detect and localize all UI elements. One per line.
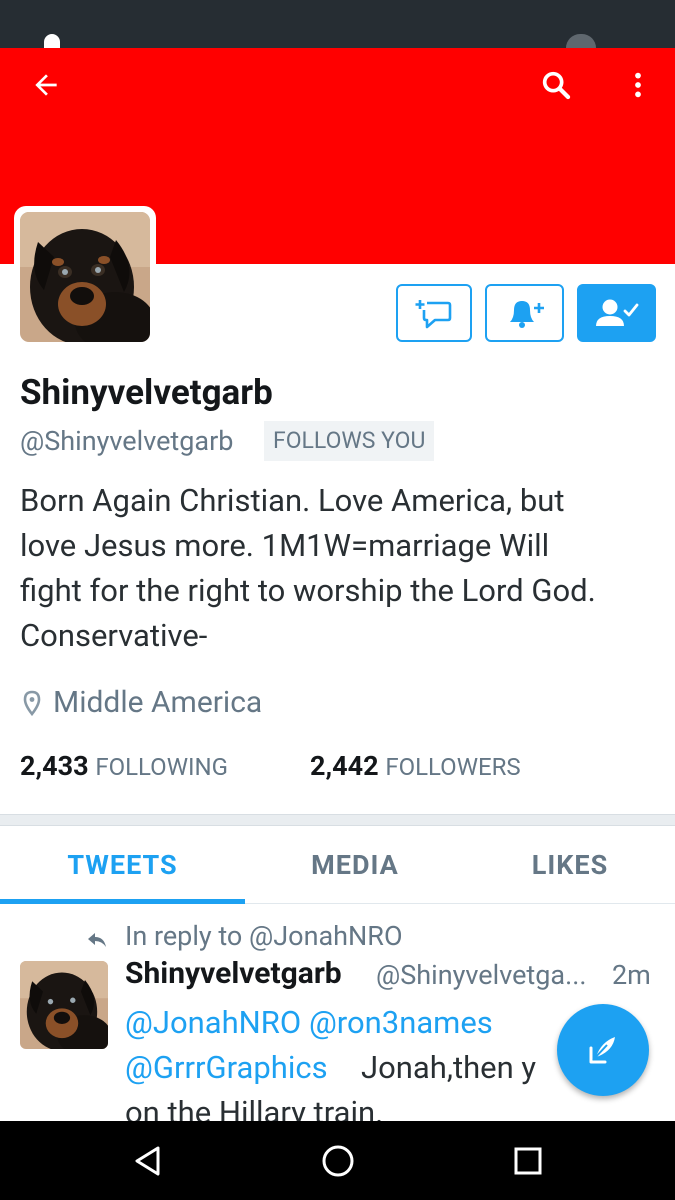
avatar-image bbox=[20, 212, 150, 342]
tweet-author-name[interactable]: Shinyvelvetgarb bbox=[125, 956, 342, 991]
search-icon bbox=[542, 71, 571, 100]
reply-context[interactable]: In reply to @JonahNRO bbox=[125, 920, 403, 952]
compose-tweet-button[interactable] bbox=[557, 1004, 649, 1096]
arrow-left-icon bbox=[35, 74, 57, 96]
followers-stat[interactable]: 2,442 FOLLOWERS bbox=[310, 750, 521, 782]
bio-line: Born Again Christian. Love America, but bbox=[20, 482, 565, 519]
tweet-avatar[interactable] bbox=[20, 961, 108, 1049]
notification-icon bbox=[44, 34, 60, 48]
tab-tweets[interactable]: TWEETS bbox=[0, 826, 245, 904]
nav-recents-icon bbox=[514, 1147, 542, 1174]
profile-location: Middle America bbox=[53, 685, 263, 720]
message-button[interactable] bbox=[396, 284, 472, 342]
following-label: FOLLOWING bbox=[95, 753, 228, 781]
active-tab-indicator bbox=[0, 899, 245, 904]
section-divider bbox=[0, 814, 675, 826]
status-bar bbox=[0, 0, 675, 48]
bio-line: love Jesus more. 1M1W=marriage Will bbox=[20, 527, 550, 564]
profile-avatar[interactable] bbox=[14, 206, 156, 348]
nav-recents-button[interactable] bbox=[488, 1121, 568, 1200]
follows-you-badge: FOLLOWS YOU bbox=[264, 421, 435, 461]
notifications-button[interactable] bbox=[485, 284, 564, 342]
nav-home-button[interactable] bbox=[298, 1121, 378, 1200]
tweet-text-fragment: Jonah,then y bbox=[361, 1049, 537, 1086]
tab-media[interactable]: MEDIA bbox=[245, 826, 465, 904]
tweet-author-handle: @Shinyvelvetga... bbox=[376, 959, 587, 991]
more-vert-icon bbox=[635, 72, 641, 98]
mention-link[interactable]: @JonahNRO bbox=[125, 1004, 301, 1041]
bio-line: fight for the right to worship the Lord … bbox=[20, 572, 596, 609]
profile-bio: Born Again Christian. Love America, but … bbox=[20, 478, 660, 658]
location-pin-icon bbox=[23, 690, 41, 717]
nav-back-icon bbox=[135, 1146, 160, 1175]
following-stat[interactable]: 2,433 FOLLOWING bbox=[20, 750, 228, 782]
person-check-icon bbox=[595, 299, 638, 326]
mention-link[interactable]: @ron3names bbox=[309, 1004, 493, 1041]
following-button[interactable] bbox=[577, 284, 656, 342]
bio-line: Conservative- bbox=[20, 617, 208, 654]
profile-display-name: Shinyvelvetgarb bbox=[20, 372, 273, 413]
back-button[interactable] bbox=[18, 57, 74, 113]
mention-link[interactable]: @GrrrGraphics bbox=[125, 1049, 328, 1086]
nav-home-icon bbox=[322, 1145, 354, 1176]
status-indicator-icon bbox=[566, 34, 596, 48]
system-nav-bar bbox=[0, 1121, 675, 1200]
following-count: 2,433 bbox=[20, 750, 89, 782]
profile-tabs: TWEETS MEDIA LIKES bbox=[0, 826, 675, 904]
search-button[interactable] bbox=[528, 57, 584, 113]
followers-label: FOLLOWERS bbox=[385, 753, 521, 781]
overflow-menu-button[interactable] bbox=[610, 57, 666, 113]
followers-count: 2,442 bbox=[310, 750, 379, 782]
tab-likes[interactable]: LIKES bbox=[465, 826, 675, 904]
compose-tweet-icon bbox=[589, 1037, 615, 1064]
message-plus-icon bbox=[415, 300, 452, 329]
reply-arrow-icon bbox=[88, 933, 106, 947]
nav-back-button[interactable] bbox=[108, 1121, 188, 1200]
bell-plus-icon bbox=[509, 301, 544, 328]
tweet-timestamp: 2m bbox=[612, 959, 651, 991]
profile-handle: @Shinyvelvetgarb bbox=[20, 425, 234, 457]
